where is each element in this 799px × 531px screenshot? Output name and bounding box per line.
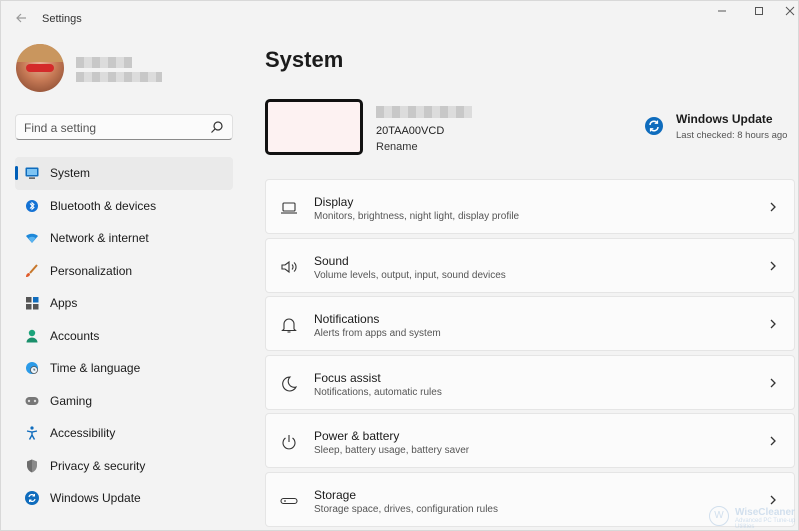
sidebar-item-windows-update[interactable]: Windows Update: [15, 482, 233, 515]
sidebar-item-gaming[interactable]: Gaming: [15, 385, 233, 418]
user-email-redacted: [76, 72, 162, 82]
gamepad-icon: [25, 394, 39, 408]
device-thumbnail: [265, 99, 363, 155]
sidebar-item-personalization[interactable]: Personalization: [15, 255, 233, 288]
wifi-icon: [25, 231, 39, 245]
maximize-icon: [755, 7, 763, 15]
page-title: System: [265, 47, 344, 72]
windows-update-sync-icon[interactable]: [645, 117, 663, 135]
watermark-logo-icon: W: [709, 506, 729, 526]
sidebar-item-label: Personalization: [50, 263, 133, 278]
windows-update-status: Last checked: 8 hours ago: [676, 130, 788, 141]
card-sound[interactable]: Sound Volume levels, output, input, soun…: [265, 237, 795, 293]
brush-icon: [25, 264, 39, 278]
sidebar-item-accounts[interactable]: Accounts: [15, 320, 233, 353]
bluetooth-icon: [25, 199, 39, 213]
watermark-subtext: Advanced PC Tune-up Utilities: [735, 518, 796, 530]
minimize-icon: [718, 10, 726, 12]
search-input[interactable]: [24, 119, 204, 136]
globe-clock-icon: [25, 361, 39, 375]
card-display[interactable]: Display Monitors, brightness, night ligh…: [265, 179, 795, 234]
apps-grid-icon: [25, 296, 39, 310]
speaker-icon: [281, 260, 297, 273]
app-title: Settings: [42, 13, 82, 25]
storage-drive-icon: [280, 497, 298, 504]
card-subtitle: Sleep, battery usage, battery saver: [314, 445, 470, 456]
close-icon: [785, 6, 795, 16]
card-notifications[interactable]: Notifications Alerts from apps and syste…: [265, 296, 795, 351]
accessibility-icon: [25, 426, 39, 441]
maximize-button[interactable]: [749, 5, 769, 19]
settings-window: Settings System Blue: [0, 0, 799, 531]
sidebar-item-apps[interactable]: Apps: [15, 287, 233, 320]
chevron-right-icon: [770, 436, 776, 446]
arrow-left-icon: [16, 13, 26, 23]
title-bar: Settings: [1, 1, 799, 35]
sidebar-item-label: Apps: [50, 296, 78, 311]
sidebar-item-label: Gaming: [50, 393, 93, 408]
card-subtitle: Alerts from apps and system: [314, 328, 441, 339]
card-title: Notifications: [314, 312, 380, 326]
card-title: Display: [314, 195, 354, 209]
sidebar-item-network[interactable]: Network & internet: [15, 222, 233, 255]
sidebar-item-label: Network & internet: [50, 231, 149, 246]
device-model: 20TAA00VCD: [376, 125, 445, 137]
card-focus-assist[interactable]: Focus assist Notifications, automatic ru…: [265, 354, 795, 410]
windows-update-title[interactable]: Windows Update: [676, 112, 773, 126]
card-subtitle: Notifications, automatic rules: [314, 386, 442, 398]
card-title: Sound: [314, 253, 349, 268]
card-title: Power & battery: [314, 429, 400, 443]
close-button[interactable]: [780, 5, 799, 19]
chevron-right-icon: [770, 378, 776, 387]
moon-icon: [282, 375, 298, 392]
card-subtitle: Storage space, drives, configuration rul…: [314, 503, 498, 515]
user-name-redacted: [76, 57, 132, 68]
shield-icon: [25, 459, 39, 473]
sidebar-item-bluetooth[interactable]: Bluetooth & devices: [15, 190, 233, 223]
sidebar-item-label: System: [50, 166, 91, 181]
sidebar-item-system[interactable]: System: [15, 157, 233, 190]
monitor-icon: [25, 166, 39, 180]
laptop-icon: [281, 202, 297, 214]
card-title: Storage: [314, 487, 357, 502]
sidebar-item-label: Accessibility: [50, 426, 116, 441]
sidebar-item-label: Accounts: [50, 328, 100, 343]
card-power-battery[interactable]: Power & battery Sleep, battery usage, ba…: [265, 413, 795, 468]
back-button[interactable]: [11, 9, 31, 29]
search-box[interactable]: [15, 114, 233, 140]
card-subtitle: Monitors, brightness, night light, displ…: [314, 211, 520, 222]
sidebar-item-accessibility[interactable]: Accessibility: [15, 417, 233, 450]
sidebar-item-label: Bluetooth & devices: [50, 198, 157, 213]
sync-icon: [25, 491, 39, 506]
chevron-right-icon: [770, 319, 776, 329]
sidebar-item-privacy-security[interactable]: Privacy & security: [15, 450, 233, 483]
card-subtitle: Volume levels, output, input, sound devi…: [314, 269, 506, 281]
sidebar-item-label: Time & language: [50, 361, 141, 376]
user-avatar[interactable]: [16, 44, 64, 92]
chevron-right-icon: [770, 261, 776, 270]
sidebar-item-label: Privacy & security: [50, 458, 146, 473]
card-title: Focus assist: [314, 370, 381, 385]
sidebar-item-time-language[interactable]: Time & language: [15, 352, 233, 385]
watermark-text: WiseCleaner: [735, 507, 795, 518]
device-name-redacted: [376, 106, 472, 118]
watermark: W WiseCleaner Advanced PC Tune-up Utilit…: [709, 504, 797, 530]
person-icon: [25, 329, 39, 343]
bell-icon: [281, 318, 297, 333]
power-icon: [282, 435, 296, 450]
sidebar-item-label: Windows Update: [50, 491, 141, 506]
sidebar-nav: System Bluetooth & devices Network & int…: [15, 157, 233, 515]
search-icon[interactable]: [210, 120, 224, 134]
minimize-button[interactable]: [712, 5, 732, 19]
rename-link[interactable]: Rename: [376, 141, 418, 153]
settings-cards: Display Monitors, brightness, night ligh…: [265, 179, 795, 530]
chevron-right-icon: [770, 202, 776, 212]
